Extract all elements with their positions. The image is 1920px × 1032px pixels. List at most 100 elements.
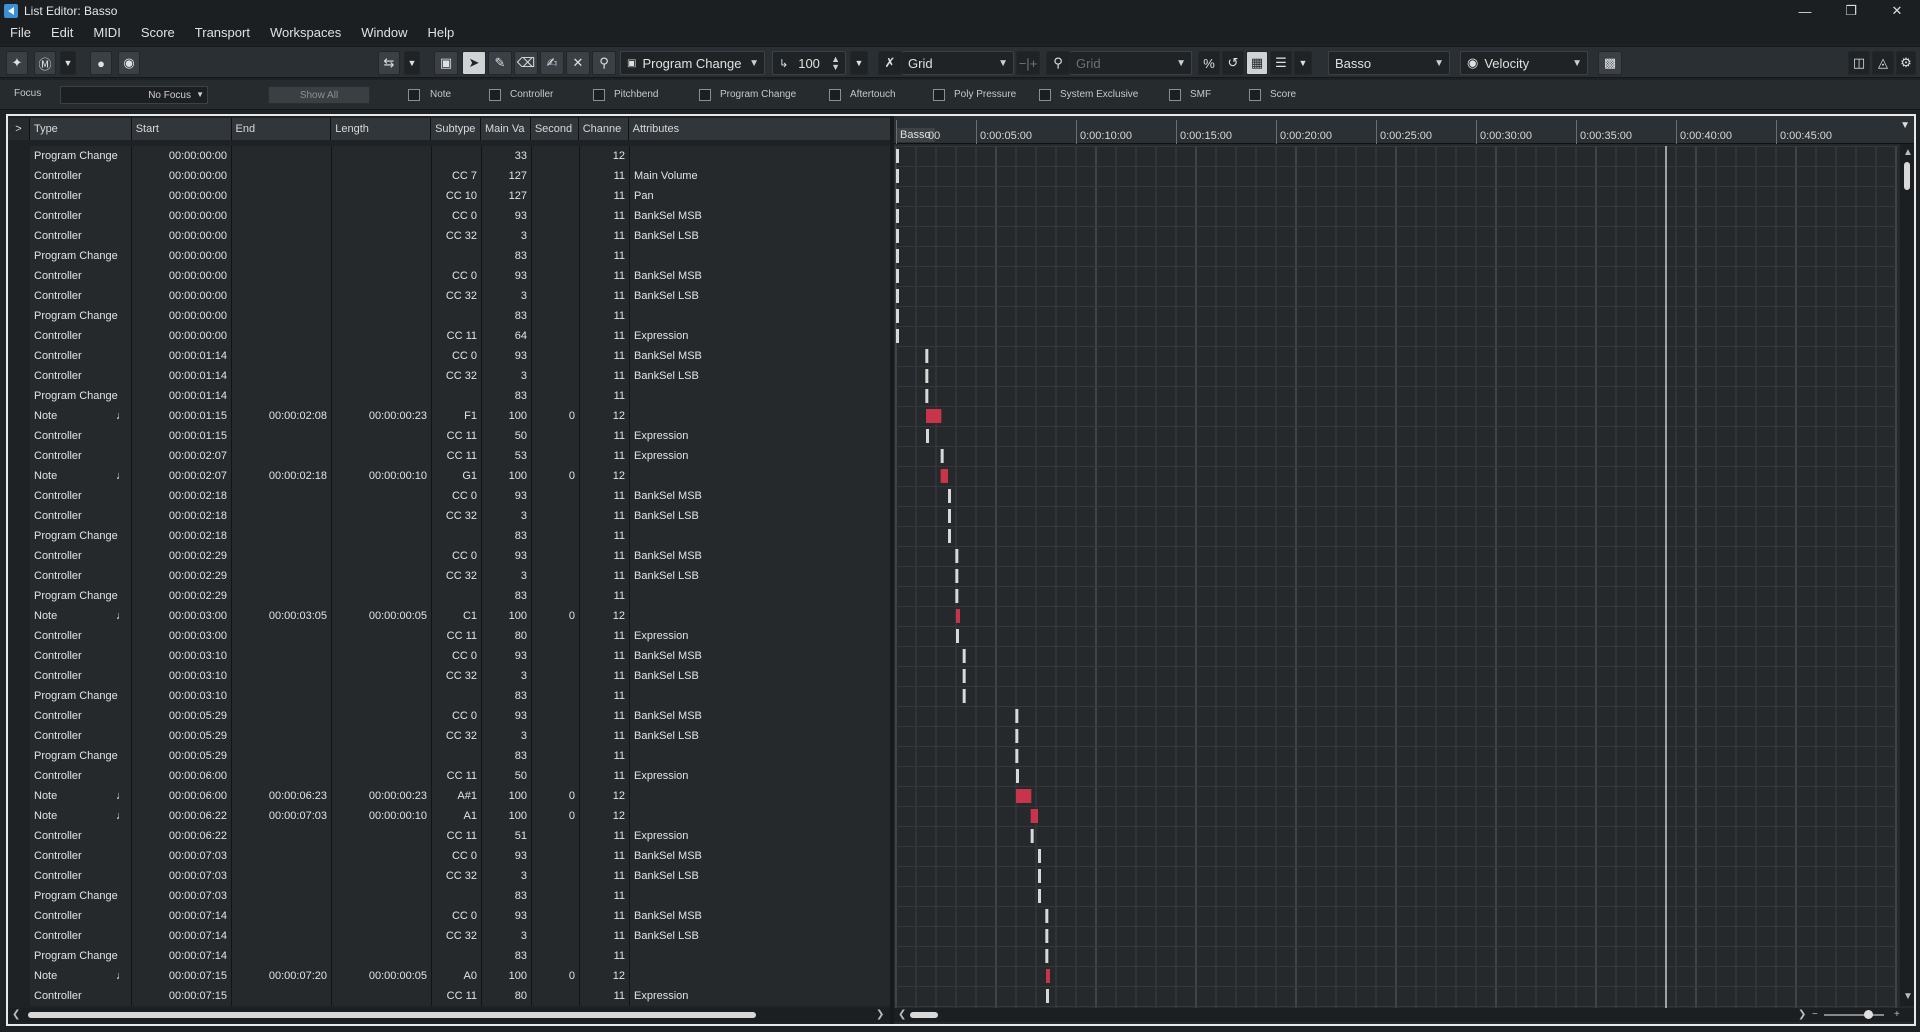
cell-end[interactable] xyxy=(232,446,332,466)
object-selection-icon[interactable]: ➤ xyxy=(462,51,486,75)
scroll-left-icon[interactable]: ❮ xyxy=(12,1008,20,1022)
cell-type[interactable]: Controller xyxy=(30,626,132,646)
setup-window-icon[interactable]: ⚙ xyxy=(1896,51,1916,75)
filter-note-checkbox[interactable] xyxy=(408,89,420,101)
cell-second-value[interactable] xyxy=(532,306,580,326)
event-row[interactable]: Controller 00:00:03:10 CC 0 93 11 BankSel MSB xyxy=(8,646,890,666)
cell-start[interactable]: 00:00:06:00 xyxy=(132,786,232,806)
cell-type[interactable]: Program Change xyxy=(30,306,132,326)
snap-toggle-icon[interactable]: ✗ xyxy=(878,51,902,75)
cell-attributes[interactable] xyxy=(630,966,890,986)
cell-subtype[interactable]: CC 32 xyxy=(432,726,482,746)
cell-channel[interactable]: 11 xyxy=(580,766,630,786)
cell-type[interactable]: Program Change xyxy=(30,586,132,606)
col-second-value[interactable]: Second xyxy=(530,118,579,140)
col-subtype[interactable]: Subtype xyxy=(431,118,481,140)
quantize-reset-icon[interactable]: ↺ xyxy=(1222,51,1244,75)
cell-channel[interactable]: 11 xyxy=(580,306,630,326)
snap-live-input-icon[interactable]: −|+ xyxy=(1016,51,1040,75)
cell-start[interactable]: 00:00:02:29 xyxy=(132,566,232,586)
cell-attributes[interactable]: BankSel MSB xyxy=(630,346,890,366)
event-row[interactable]: Controller 00:00:00:00 CC 0 93 11 BankSel MSB xyxy=(8,266,890,286)
solo-dropdown-icon[interactable]: ▼ xyxy=(60,51,76,75)
cell-attributes[interactable] xyxy=(630,466,890,486)
cell-channel[interactable]: 11 xyxy=(580,246,630,266)
monitor-icon[interactable]: ◉ xyxy=(118,51,140,75)
cell-subtype[interactable]: CC 0 xyxy=(432,646,482,666)
cell-attributes[interactable]: Main Volume xyxy=(630,166,890,186)
insert-type-dropdown[interactable]: ▣ Program Change ▼ xyxy=(620,51,765,75)
cell-length[interactable] xyxy=(332,286,432,306)
cell-second-value[interactable] xyxy=(532,846,580,866)
cell-subtype[interactable]: CC 11 xyxy=(432,426,482,446)
cell-end[interactable] xyxy=(232,986,332,1006)
cell-type[interactable]: Controller xyxy=(30,326,132,346)
cell-type[interactable]: Controller xyxy=(30,546,132,566)
cell-channel[interactable]: 11 xyxy=(580,666,630,686)
event-row[interactable]: Program Change 00:00:02:18 83 11 xyxy=(8,526,890,546)
value-lane-dropdown[interactable]: ◉ Velocity ▼ xyxy=(1460,51,1588,75)
cell-attributes[interactable]: BankSel LSB xyxy=(630,926,890,946)
scroll-up-icon[interactable]: ▲ xyxy=(1903,146,1913,160)
cell-second-value[interactable]: 0 xyxy=(532,786,580,806)
cell-channel[interactable]: 11 xyxy=(580,986,630,1006)
cell-second-value[interactable]: 0 xyxy=(532,406,580,426)
cell-start[interactable]: 00:00:00:00 xyxy=(132,266,232,286)
cell-attributes[interactable]: Expression xyxy=(630,446,890,466)
cell-end[interactable] xyxy=(232,746,332,766)
cell-start[interactable]: 00:00:05:29 xyxy=(132,706,232,726)
cell-subtype[interactable] xyxy=(432,886,482,906)
cell-length[interactable] xyxy=(332,826,432,846)
cell-main-value[interactable]: 93 xyxy=(482,706,532,726)
cell-main-value[interactable]: 3 xyxy=(482,366,532,386)
event-row[interactable]: Controller 00:00:02:18 CC 0 93 11 BankSel MSB xyxy=(8,486,890,506)
cell-length[interactable] xyxy=(332,706,432,726)
pin-icon[interactable]: ✦ xyxy=(6,51,28,75)
cell-start[interactable]: 00:00:03:00 xyxy=(132,626,232,646)
cell-channel[interactable]: 12 xyxy=(580,406,630,426)
cell-channel[interactable]: 11 xyxy=(580,946,630,966)
cell-start[interactable]: 00:00:02:18 xyxy=(132,506,232,526)
event-row[interactable]: Program Change 00:00:00:00 33 12 xyxy=(8,146,890,166)
cell-second-value[interactable] xyxy=(532,906,580,926)
cell-start[interactable]: 00:00:06:22 xyxy=(132,826,232,846)
cell-end[interactable] xyxy=(232,526,332,546)
cell-start[interactable]: 00:00:07:14 xyxy=(132,926,232,946)
cell-length[interactable] xyxy=(332,386,432,406)
event-row[interactable]: Program Change 00:00:00:00 83 11 xyxy=(8,246,890,266)
menu-score[interactable]: Score xyxy=(131,22,185,44)
event-row[interactable]: Controller 00:00:07:14 CC 0 93 11 BankSel MSB xyxy=(8,906,890,926)
cell-end[interactable] xyxy=(232,666,332,686)
cell-length[interactable] xyxy=(332,426,432,446)
cell-type[interactable]: Note ♩ xyxy=(30,786,132,806)
col-main-value[interactable]: Main Va xyxy=(480,118,531,140)
mute-icon[interactable]: ✕ xyxy=(566,51,590,75)
cell-attributes[interactable]: Expression xyxy=(630,766,890,786)
cell-end[interactable] xyxy=(232,306,332,326)
cell-main-value[interactable]: 100 xyxy=(482,406,532,426)
cell-type[interactable]: Controller xyxy=(30,286,132,306)
cell-second-value[interactable] xyxy=(532,286,580,306)
cell-type[interactable]: Controller xyxy=(30,266,132,286)
cell-end[interactable] xyxy=(232,686,332,706)
right-zone-icon[interactable]: ◬ xyxy=(1872,51,1894,75)
scroll-down-icon[interactable]: ▼ xyxy=(1903,990,1913,1004)
cell-second-value[interactable] xyxy=(532,926,580,946)
cell-main-value[interactable]: 100 xyxy=(482,606,532,626)
cell-second-value[interactable] xyxy=(532,886,580,906)
cell-main-value[interactable]: 127 xyxy=(482,186,532,206)
cell-type[interactable]: Controller xyxy=(30,426,132,446)
cell-main-value[interactable]: 93 xyxy=(482,546,532,566)
stepper-icon[interactable]: ▲ ▼ xyxy=(831,55,840,72)
cell-end[interactable] xyxy=(232,926,332,946)
cell-subtype[interactable]: CC 11 xyxy=(432,986,482,1006)
cell-channel[interactable]: 11 xyxy=(580,646,630,666)
cell-end[interactable] xyxy=(232,426,332,446)
event-row[interactable]: Controller 00:00:05:29 CC 0 93 11 BankSel MSB xyxy=(8,706,890,726)
cell-channel[interactable]: 11 xyxy=(580,226,630,246)
cell-end[interactable]: 00:00:07:03 xyxy=(232,806,332,826)
cell-channel[interactable]: 11 xyxy=(580,726,630,746)
cell-subtype[interactable]: G1 xyxy=(432,466,482,486)
cell-attributes[interactable]: BankSel MSB xyxy=(630,266,890,286)
cell-type[interactable]: Controller xyxy=(30,726,132,746)
